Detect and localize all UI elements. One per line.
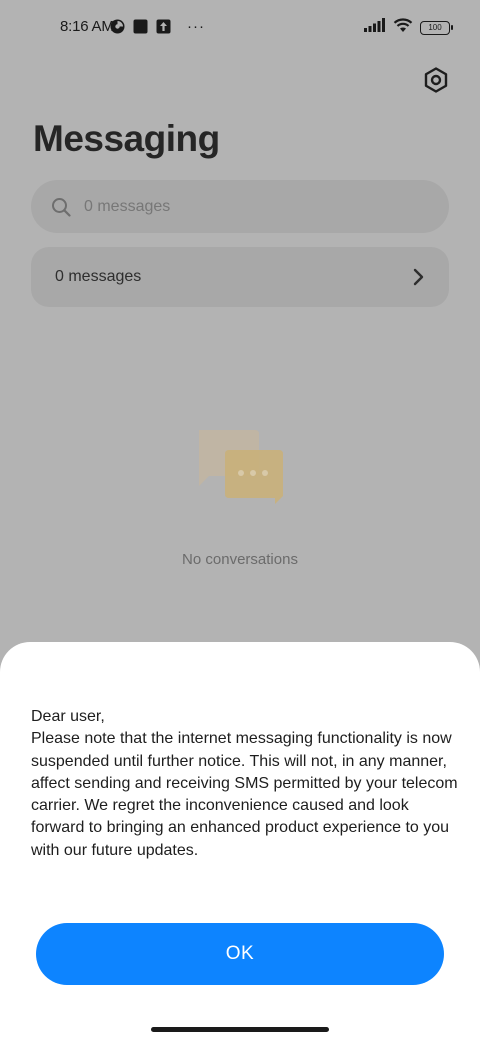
wifi-icon	[393, 17, 413, 38]
dialog-message: Dear user, Please note that the internet…	[31, 706, 463, 862]
empty-state-text: No conversations	[182, 551, 298, 568]
settings-icon	[424, 67, 448, 93]
ok-button[interactable]: OK	[36, 923, 444, 985]
system-icons: 100	[364, 17, 453, 38]
notification-icons: ···	[110, 18, 205, 35]
page-title: Messaging	[33, 118, 220, 159]
signal-icon	[364, 18, 386, 37]
search-input[interactable]: 0 messages	[31, 180, 449, 233]
battery-icon: 100	[420, 20, 453, 35]
settings-button[interactable]	[421, 65, 451, 95]
chat-bubbles-icon	[199, 430, 283, 504]
search-icon	[52, 197, 71, 217]
notice-dialog: Dear user, Please note that the internet…	[0, 642, 480, 1040]
messages-row-label: 0 messages	[55, 268, 142, 285]
messages-row[interactable]: 0 messages	[31, 247, 449, 307]
timer-icon	[110, 19, 125, 34]
search-placeholder: 0 messages	[84, 197, 171, 215]
dialog-greeting: Dear user,	[31, 708, 105, 725]
more-notifications-icon: ···	[187, 18, 205, 35]
status-bar: 8:16 AM ··· 100	[0, 0, 480, 56]
home-indicator[interactable]	[151, 1027, 329, 1032]
dialog-body: Please note that the internet messaging …	[31, 730, 458, 859]
chevron-right-icon	[413, 268, 424, 286]
status-time: 8:16 AM	[60, 18, 114, 35]
upload-notification-icon	[156, 19, 171, 34]
square-notification-icon	[133, 19, 148, 34]
